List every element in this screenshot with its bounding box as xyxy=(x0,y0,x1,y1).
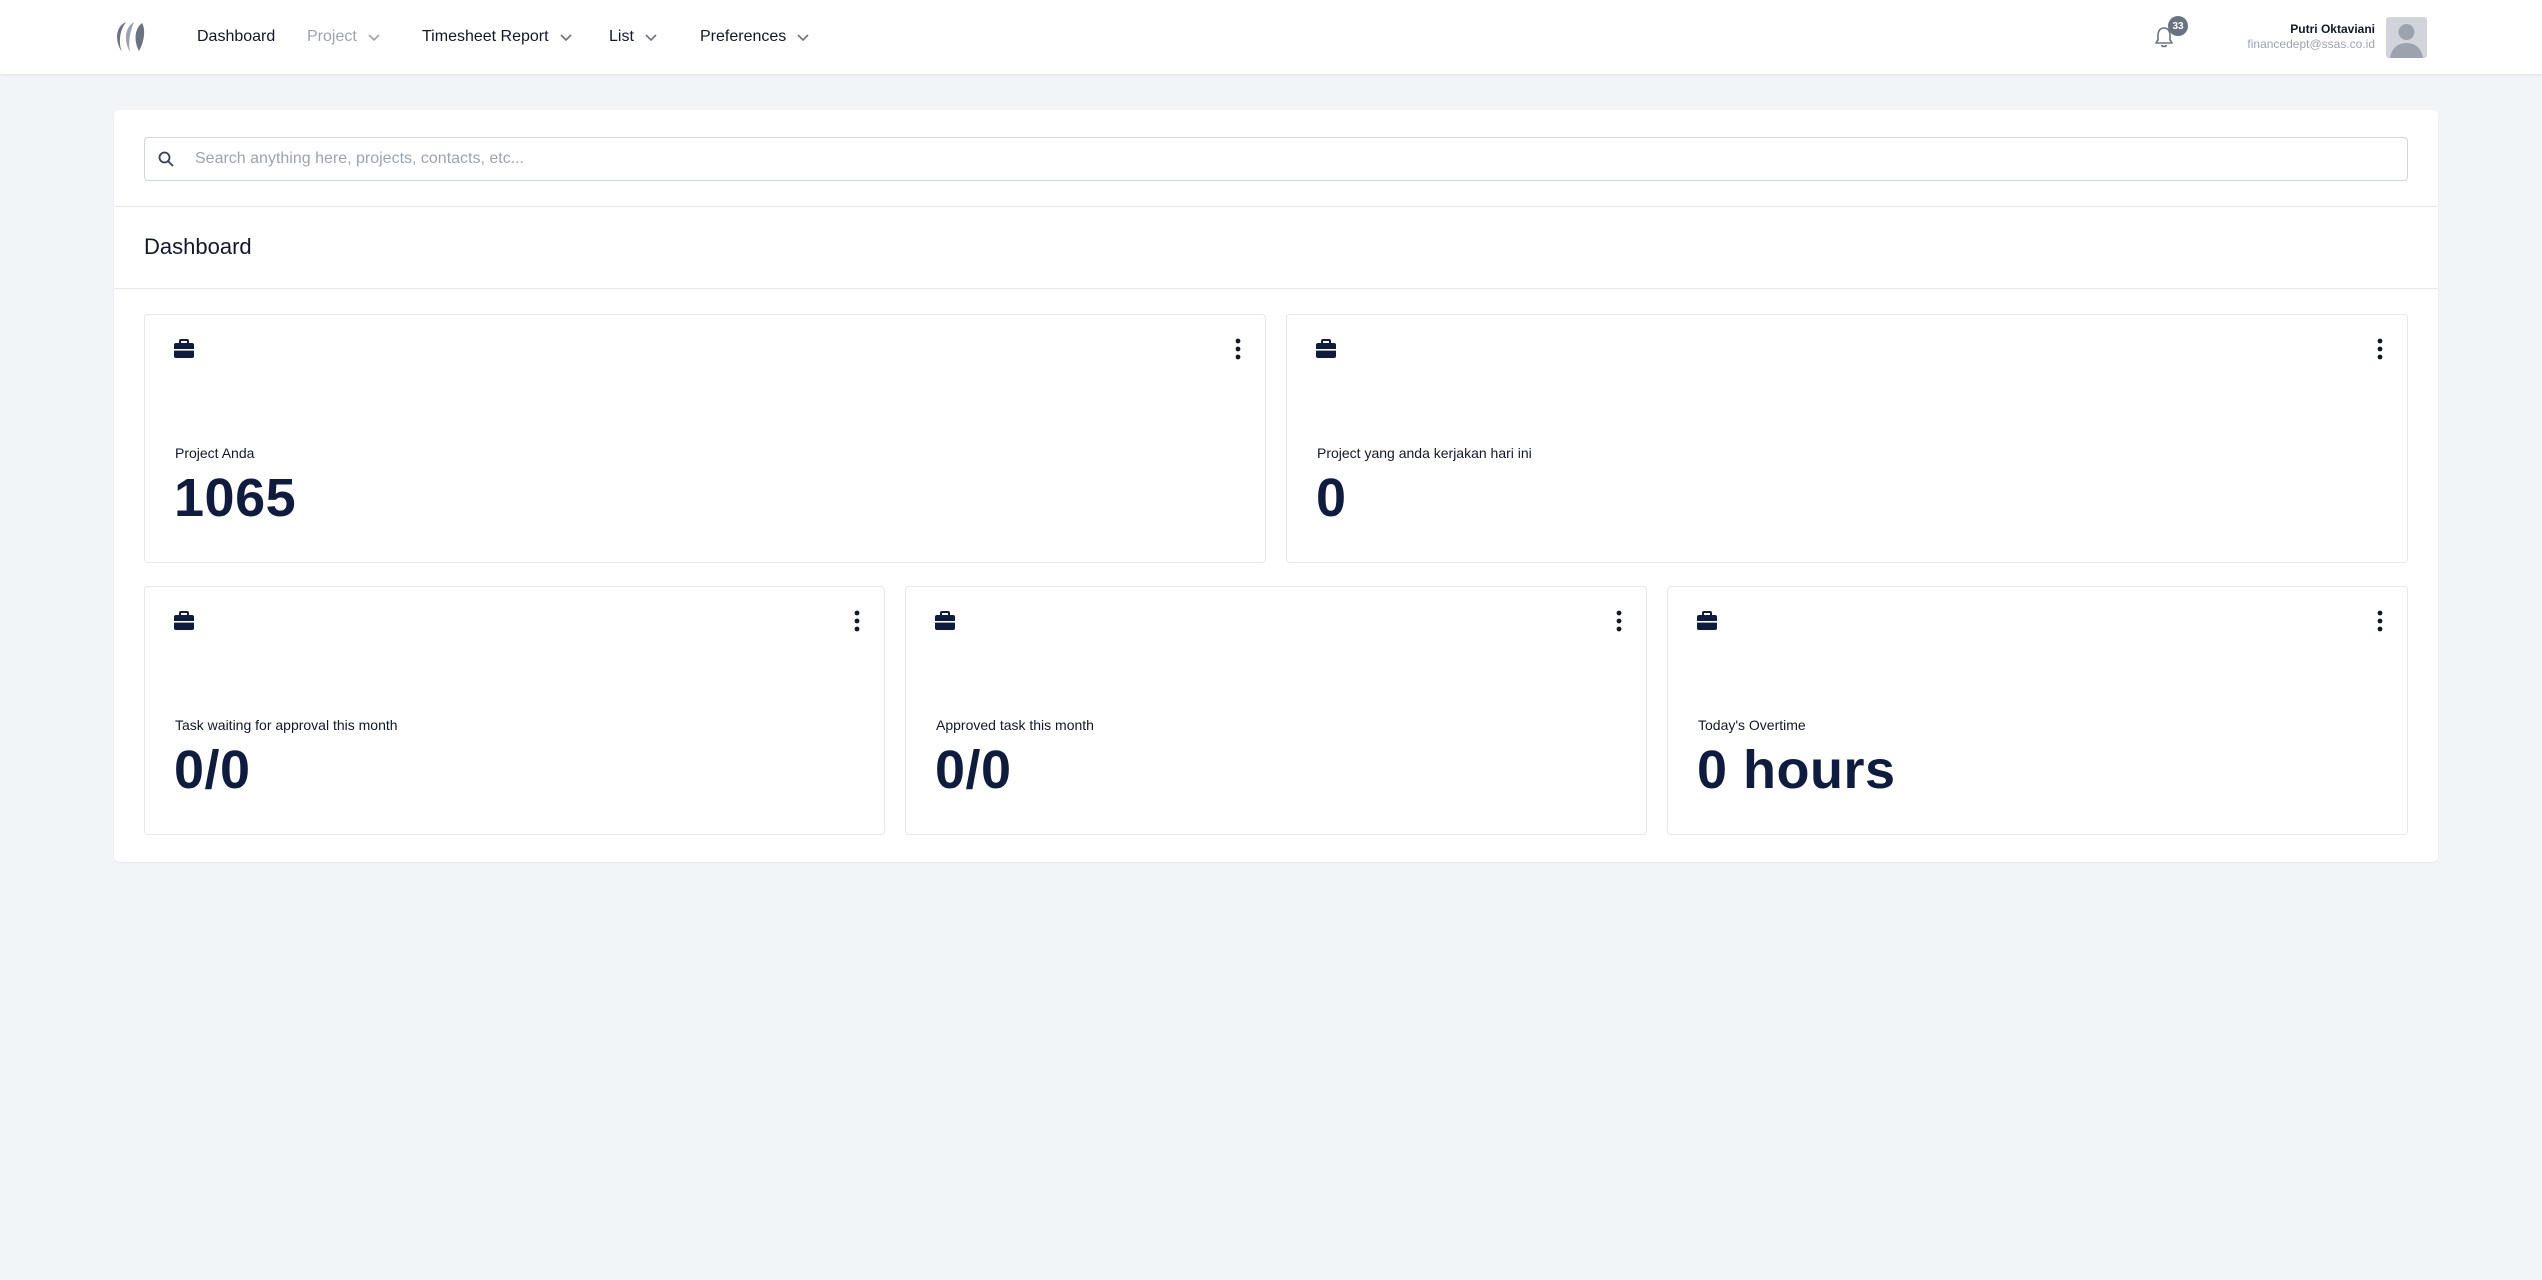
briefcase-icon xyxy=(935,611,955,630)
dashboard-panel: Dashboard Project Anda 1065 Project yang… xyxy=(114,110,2438,862)
stat-label: Approved task this month xyxy=(936,717,1094,733)
more-options-icon[interactable] xyxy=(1233,337,1243,361)
search-icon xyxy=(158,151,174,167)
nav-preferences-label: Preferences xyxy=(700,28,787,45)
divider xyxy=(114,288,2438,289)
user-avatar-icon xyxy=(2386,17,2427,58)
nav-project-label: Project xyxy=(307,28,357,45)
page-title: Dashboard xyxy=(144,234,252,259)
search-input[interactable] xyxy=(195,138,2395,180)
chevron-down-icon xyxy=(797,34,809,42)
stat-value: 0 xyxy=(1316,468,1347,528)
nav-preferences[interactable]: Preferences xyxy=(700,24,810,50)
user-name: Putri Oktaviani xyxy=(2290,22,2375,36)
more-options-icon[interactable] xyxy=(2375,609,2385,633)
nav-list-label: List xyxy=(609,28,634,45)
chevron-down-icon xyxy=(368,34,380,42)
nav-project[interactable]: Project xyxy=(307,24,381,50)
more-options-icon[interactable] xyxy=(2375,337,2385,361)
stat-card-overtime: Today's Overtime 0 hours xyxy=(1667,586,2408,835)
user-email: financedept@ssas.co.id xyxy=(2247,37,2375,51)
stat-card-project-anda: Project Anda 1065 xyxy=(144,314,1266,563)
stat-value: 0 hours xyxy=(1697,740,1896,800)
top-navbar: Dashboard Project Timesheet Report List … xyxy=(0,0,2542,74)
stat-label: Project Anda xyxy=(175,445,255,461)
search-bar xyxy=(144,137,2408,181)
nav-timesheet-report-label: Timesheet Report xyxy=(422,28,549,45)
briefcase-icon xyxy=(1697,611,1717,630)
nav-list[interactable]: List xyxy=(609,24,658,50)
nav-timesheet-report[interactable]: Timesheet Report xyxy=(422,24,573,50)
chevron-down-icon xyxy=(645,34,657,42)
nav-dashboard[interactable]: Dashboard xyxy=(197,24,275,50)
nav-dashboard-label: Dashboard xyxy=(197,28,276,45)
stat-label: Task waiting for approval this month xyxy=(175,717,398,733)
stat-label: Today's Overtime xyxy=(1698,717,1806,733)
stat-value: 0/0 xyxy=(935,740,1012,800)
briefcase-icon xyxy=(174,611,194,630)
stat-value: 1065 xyxy=(174,468,297,528)
stat-card-task-waiting: Task waiting for approval this month 0/0 xyxy=(144,586,885,835)
divider xyxy=(114,206,2438,207)
chevron-down-icon xyxy=(560,34,572,42)
more-options-icon[interactable] xyxy=(1614,609,1624,633)
briefcase-icon xyxy=(1316,339,1336,358)
stat-card-approved-task: Approved task this month 0/0 xyxy=(905,586,1647,835)
stat-label: Project yang anda kerjakan hari ini xyxy=(1317,445,1532,461)
avatar[interactable] xyxy=(2386,17,2427,58)
stat-value: 0/0 xyxy=(174,740,251,800)
briefcase-icon xyxy=(174,339,194,358)
notification-badge: 33 xyxy=(2168,16,2188,36)
app-logo[interactable] xyxy=(112,20,148,54)
more-options-icon[interactable] xyxy=(852,609,862,633)
stat-card-project-today: Project yang anda kerjakan hari ini 0 xyxy=(1286,314,2408,563)
